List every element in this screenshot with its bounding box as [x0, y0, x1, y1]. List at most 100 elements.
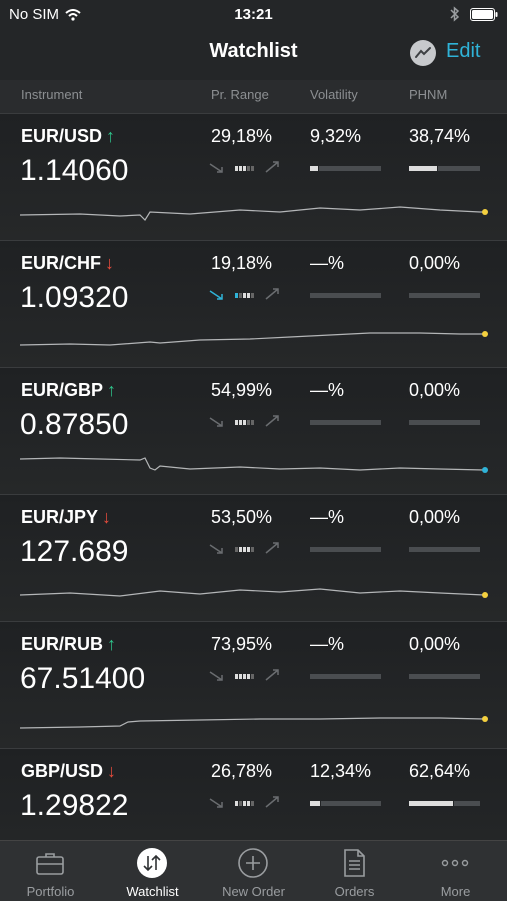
- price-sparkline: [20, 331, 488, 346]
- last-price-dot: [482, 209, 488, 215]
- range-indicator: [209, 161, 279, 173]
- symbol-text: EUR/USD: [21, 126, 103, 146]
- watchlist-row[interactable]: EUR/USD ↑ 1.14060 29,18% 9,32% 38,74%: [0, 114, 507, 241]
- last-price-dot: [482, 331, 488, 337]
- instrument-symbol: EUR/CHF ↓: [21, 253, 114, 274]
- pr-range-value: 26,78%: [211, 761, 273, 781]
- pr-range-value: 53,50%: [211, 507, 273, 527]
- tab-watchlist[interactable]: Watchlist: [102, 841, 203, 901]
- instrument-price: 67.51400: [20, 662, 146, 695]
- tab-new-order[interactable]: New Order: [203, 841, 304, 901]
- up-arrow-icon: ↑: [107, 634, 117, 654]
- volatility-value: —%: [310, 634, 345, 654]
- phnm-bar: [409, 166, 480, 171]
- column-header: Instrument Pr. Range Volatility PHNM: [0, 80, 507, 114]
- tab-orders[interactable]: Orders: [304, 841, 405, 901]
- phnm-value: 62,64%: [409, 761, 471, 781]
- bluetooth-icon: [450, 6, 460, 22]
- volatility-value: —%: [310, 253, 345, 273]
- pr-range-value: 73,95%: [211, 634, 273, 654]
- phnm-bar: [409, 547, 480, 552]
- phnm-value: 0,00%: [409, 253, 461, 273]
- tab-label: More: [440, 884, 471, 899]
- ellipsis-icon: [441, 859, 469, 867]
- column-volatility[interactable]: Volatility: [310, 87, 358, 102]
- trend-line-icon: [415, 47, 431, 58]
- last-price-dot: [482, 716, 488, 722]
- instrument-price: 127.689: [20, 535, 129, 568]
- up-arrow-icon: ↑: [106, 126, 116, 146]
- instrument-price: 1.29822: [20, 789, 129, 822]
- phnm-bar: [409, 674, 480, 679]
- instrument-symbol: EUR/JPY ↓: [21, 507, 111, 528]
- pr-range-value: 54,99%: [211, 380, 273, 400]
- down-arrow-icon: ↓: [107, 761, 117, 781]
- phnm-value: 0,00%: [409, 634, 461, 654]
- chart-toggle-button[interactable]: [410, 40, 436, 66]
- symbol-text: EUR/CHF: [21, 253, 101, 273]
- watchlist[interactable]: EUR/USD ↑ 1.14060 29,18% 9,32% 38,74% EUR…: [0, 114, 507, 840]
- instrument-price: 1.09320: [20, 281, 129, 314]
- phnm-value: 0,00%: [409, 380, 461, 400]
- symbol-text: GBP/USD: [21, 761, 104, 781]
- phnm-value: 0,00%: [409, 507, 461, 527]
- up-arrow-icon: ↑: [107, 380, 117, 400]
- instrument-price: 0.87850: [20, 408, 129, 441]
- volatility-bar: [310, 547, 381, 552]
- volatility-bar: [310, 420, 381, 425]
- tab-label: Watchlist: [126, 884, 179, 899]
- pr-range-value: 29,18%: [211, 126, 273, 146]
- volatility-value: 12,34%: [310, 761, 372, 781]
- instrument-symbol: EUR/RUB ↑: [21, 634, 116, 655]
- volatility-bar: [310, 166, 381, 171]
- watchlist-row[interactable]: GBP/USD ↓ 1.29822 26,78% 12,34% 62,64%: [0, 749, 507, 840]
- tab-label: New Order: [222, 884, 285, 899]
- tab-more[interactable]: More: [405, 841, 506, 901]
- tab-label: Orders: [334, 884, 375, 899]
- tab-portfolio[interactable]: Portfolio: [0, 841, 101, 901]
- volatility-bar: [310, 801, 381, 806]
- briefcase-icon: [36, 853, 64, 875]
- price-sparkline: [20, 716, 488, 729]
- watchlist-row[interactable]: EUR/CHF ↓ 1.09320 19,18% —% 0,00%: [0, 241, 507, 368]
- phnm-bar: [409, 801, 480, 806]
- price-sparkline: [20, 829, 490, 840]
- last-price-dot: [482, 592, 488, 598]
- instrument-symbol: EUR/GBP ↑: [21, 380, 116, 401]
- watchlist-row[interactable]: EUR/JPY ↓ 127.689 53,50% —% 0,00%: [0, 495, 507, 622]
- instrument-symbol: EUR/USD ↑: [21, 126, 115, 147]
- column-phnm[interactable]: PHNM: [409, 87, 447, 102]
- status-bar: No SIM 13:21: [0, 0, 507, 30]
- volatility-bar: [310, 674, 381, 679]
- watchlist-row[interactable]: EUR/GBP ↑ 0.87850 54,99% —% 0,00%: [0, 368, 507, 495]
- symbol-text: EUR/JPY: [21, 507, 99, 527]
- column-pr-range[interactable]: Pr. Range: [211, 87, 269, 102]
- document-icon: [344, 849, 365, 877]
- battery-icon: [470, 7, 498, 21]
- symbol-text: EUR/RUB: [21, 634, 104, 654]
- pr-range-value: 19,18%: [211, 253, 273, 273]
- tab-bar: Portfolio Watchlist New Order Orders Mor…: [0, 840, 507, 901]
- down-arrow-icon: ↓: [105, 253, 114, 273]
- volatility-value: —%: [310, 507, 345, 527]
- symbol-text: EUR/GBP: [21, 380, 104, 400]
- price-sparkline: [20, 588, 488, 598]
- updown-arrows-icon: [137, 848, 167, 878]
- edit-button[interactable]: Edit: [446, 40, 480, 63]
- range-indicator: [209, 415, 279, 427]
- phnm-bar: [409, 420, 480, 425]
- watchlist-row[interactable]: EUR/RUB ↑ 67.51400 73,95% —% 0,00%: [0, 622, 507, 749]
- volatility-bar: [310, 293, 381, 298]
- range-indicator: [209, 288, 279, 300]
- phnm-value: 38,74%: [409, 126, 471, 146]
- navigation-bar: Watchlist Edit: [0, 30, 507, 80]
- volatility-value: —%: [310, 380, 345, 400]
- range-indicator: [209, 542, 279, 554]
- price-sparkline: [20, 206, 488, 221]
- status-right-group: [450, 6, 498, 22]
- column-instrument[interactable]: Instrument: [21, 87, 82, 102]
- instrument-price: 1.14060: [20, 154, 129, 187]
- range-indicator: [209, 669, 279, 681]
- tab-label: Portfolio: [26, 884, 75, 899]
- range-indicator: [209, 796, 279, 808]
